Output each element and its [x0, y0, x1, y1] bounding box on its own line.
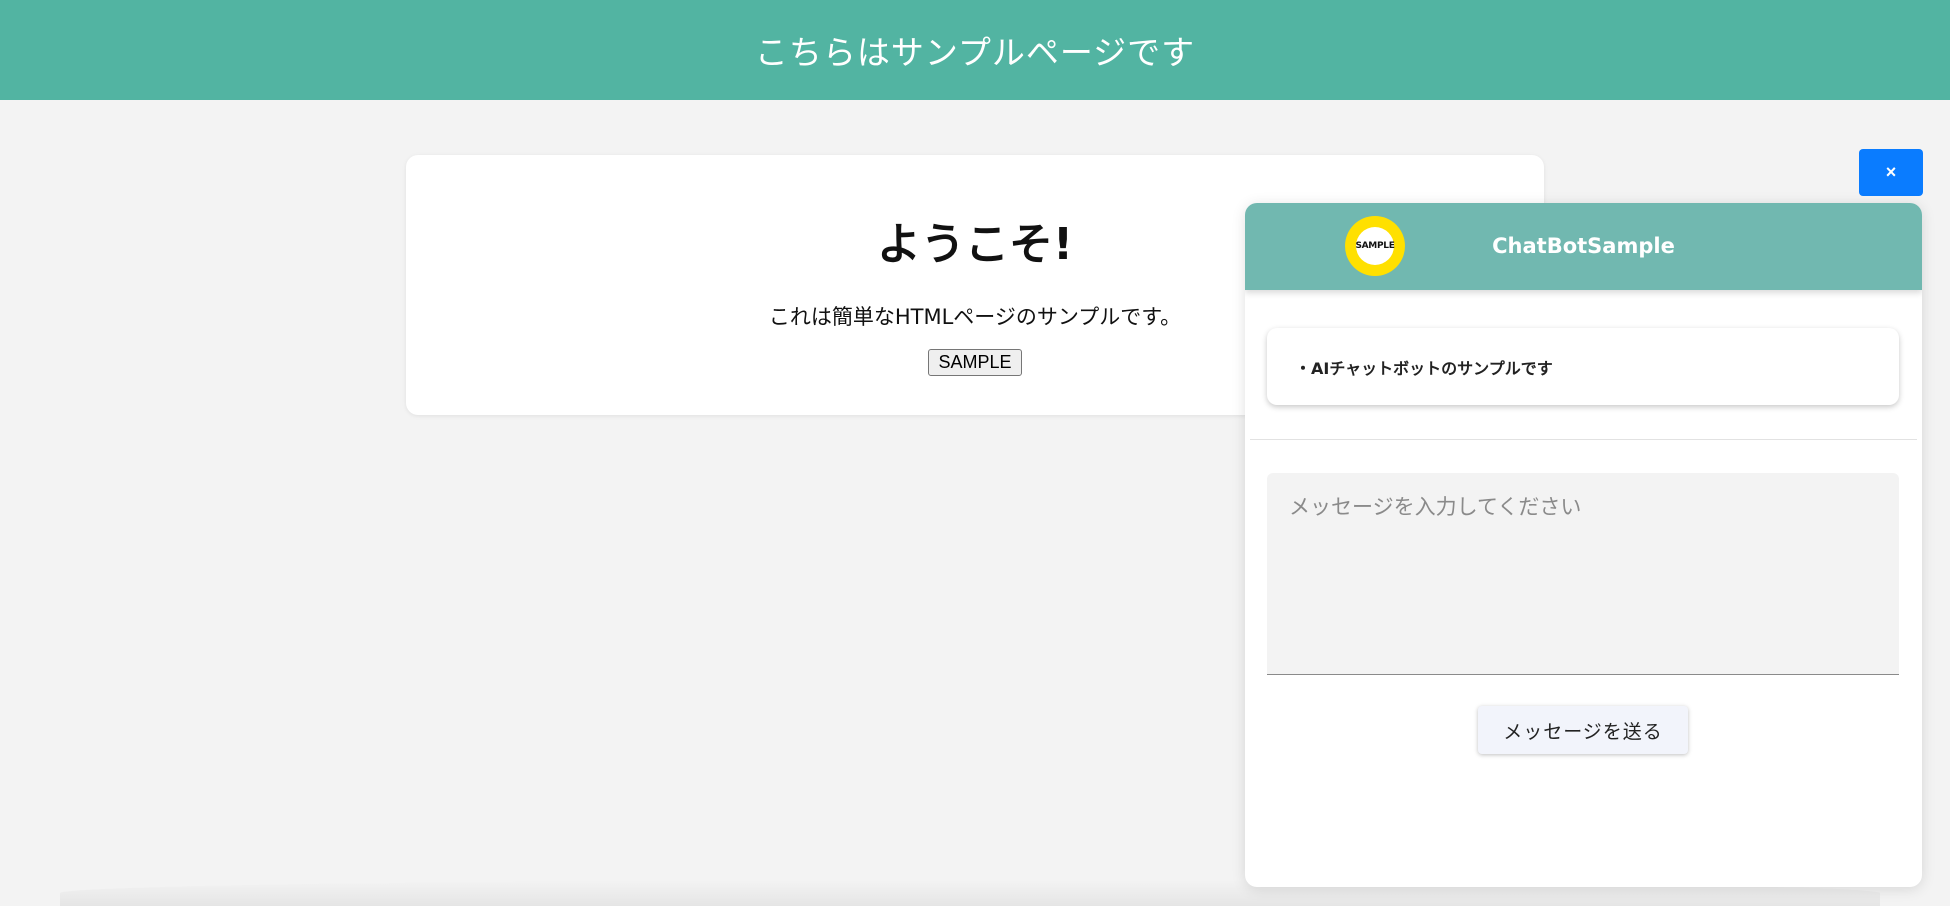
chatbot-title: ChatBotSample — [1492, 234, 1675, 258]
sample-button[interactable]: SAMPLE — [928, 349, 1022, 376]
chat-message-input[interactable] — [1267, 473, 1899, 675]
chat-message-text: ・AIチャットボットのサンプルです — [1295, 358, 1553, 378]
send-message-button[interactable]: メッセージを送る — [1478, 706, 1688, 754]
chat-divider — [1250, 439, 1917, 440]
page-header: こちらはサンプルページです — [0, 0, 1950, 100]
close-icon: × — [1885, 162, 1897, 182]
chat-message-bubble: ・AIチャットボットのサンプルです — [1267, 328, 1899, 405]
chatbot-header: SAMPLE ChatBotSample — [1245, 203, 1922, 290]
chat-close-button[interactable]: × — [1859, 149, 1923, 196]
page-header-title: こちらはサンプルページです — [754, 33, 1196, 72]
chatbot-widget: SAMPLE ChatBotSample ・AIチャットボットのサンプルです メ… — [1245, 203, 1922, 887]
